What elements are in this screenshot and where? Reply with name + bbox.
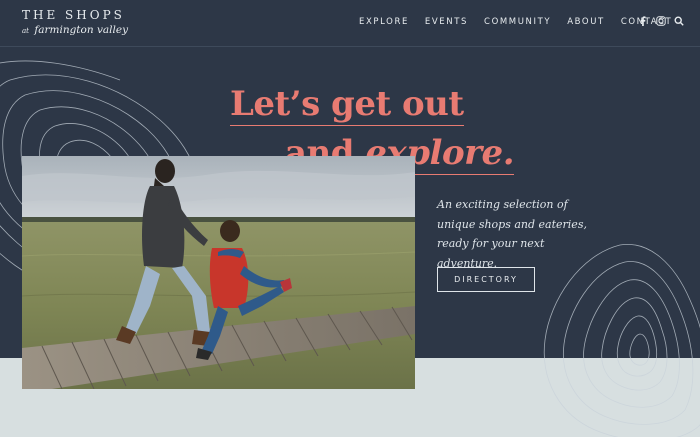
- facebook-icon[interactable]: [638, 16, 648, 26]
- nav-item-community[interactable]: COMMUNITY: [484, 17, 551, 27]
- brand-location: farmington valley: [34, 24, 129, 36]
- social-icons: [638, 16, 684, 26]
- header-divider: [0, 46, 700, 47]
- nav-item-explore[interactable]: EXPLORE: [359, 17, 409, 27]
- headline-line-1-text: Let’s get out: [230, 84, 464, 124]
- directory-button[interactable]: DIRECTORY: [437, 267, 535, 292]
- hero-photo-family-boardwalk: [22, 156, 415, 389]
- brand-at: at: [22, 27, 29, 35]
- hero-tagline: An exciting selection of unique shops an…: [437, 198, 587, 270]
- headline-underline-1: [230, 125, 464, 126]
- nav-item-events[interactable]: EVENTS: [425, 17, 468, 27]
- brand-name: THE SHOPS: [22, 8, 125, 22]
- brand-location-line: at farmington valley: [22, 22, 128, 39]
- brand-logo[interactable]: THE SHOPS at farmington valley: [22, 8, 128, 39]
- nav-item-about[interactable]: ABOUT: [567, 17, 605, 27]
- instagram-icon[interactable]: [656, 16, 666, 26]
- headline-line-1: Let’s get out: [230, 84, 464, 126]
- search-icon[interactable]: [674, 16, 684, 26]
